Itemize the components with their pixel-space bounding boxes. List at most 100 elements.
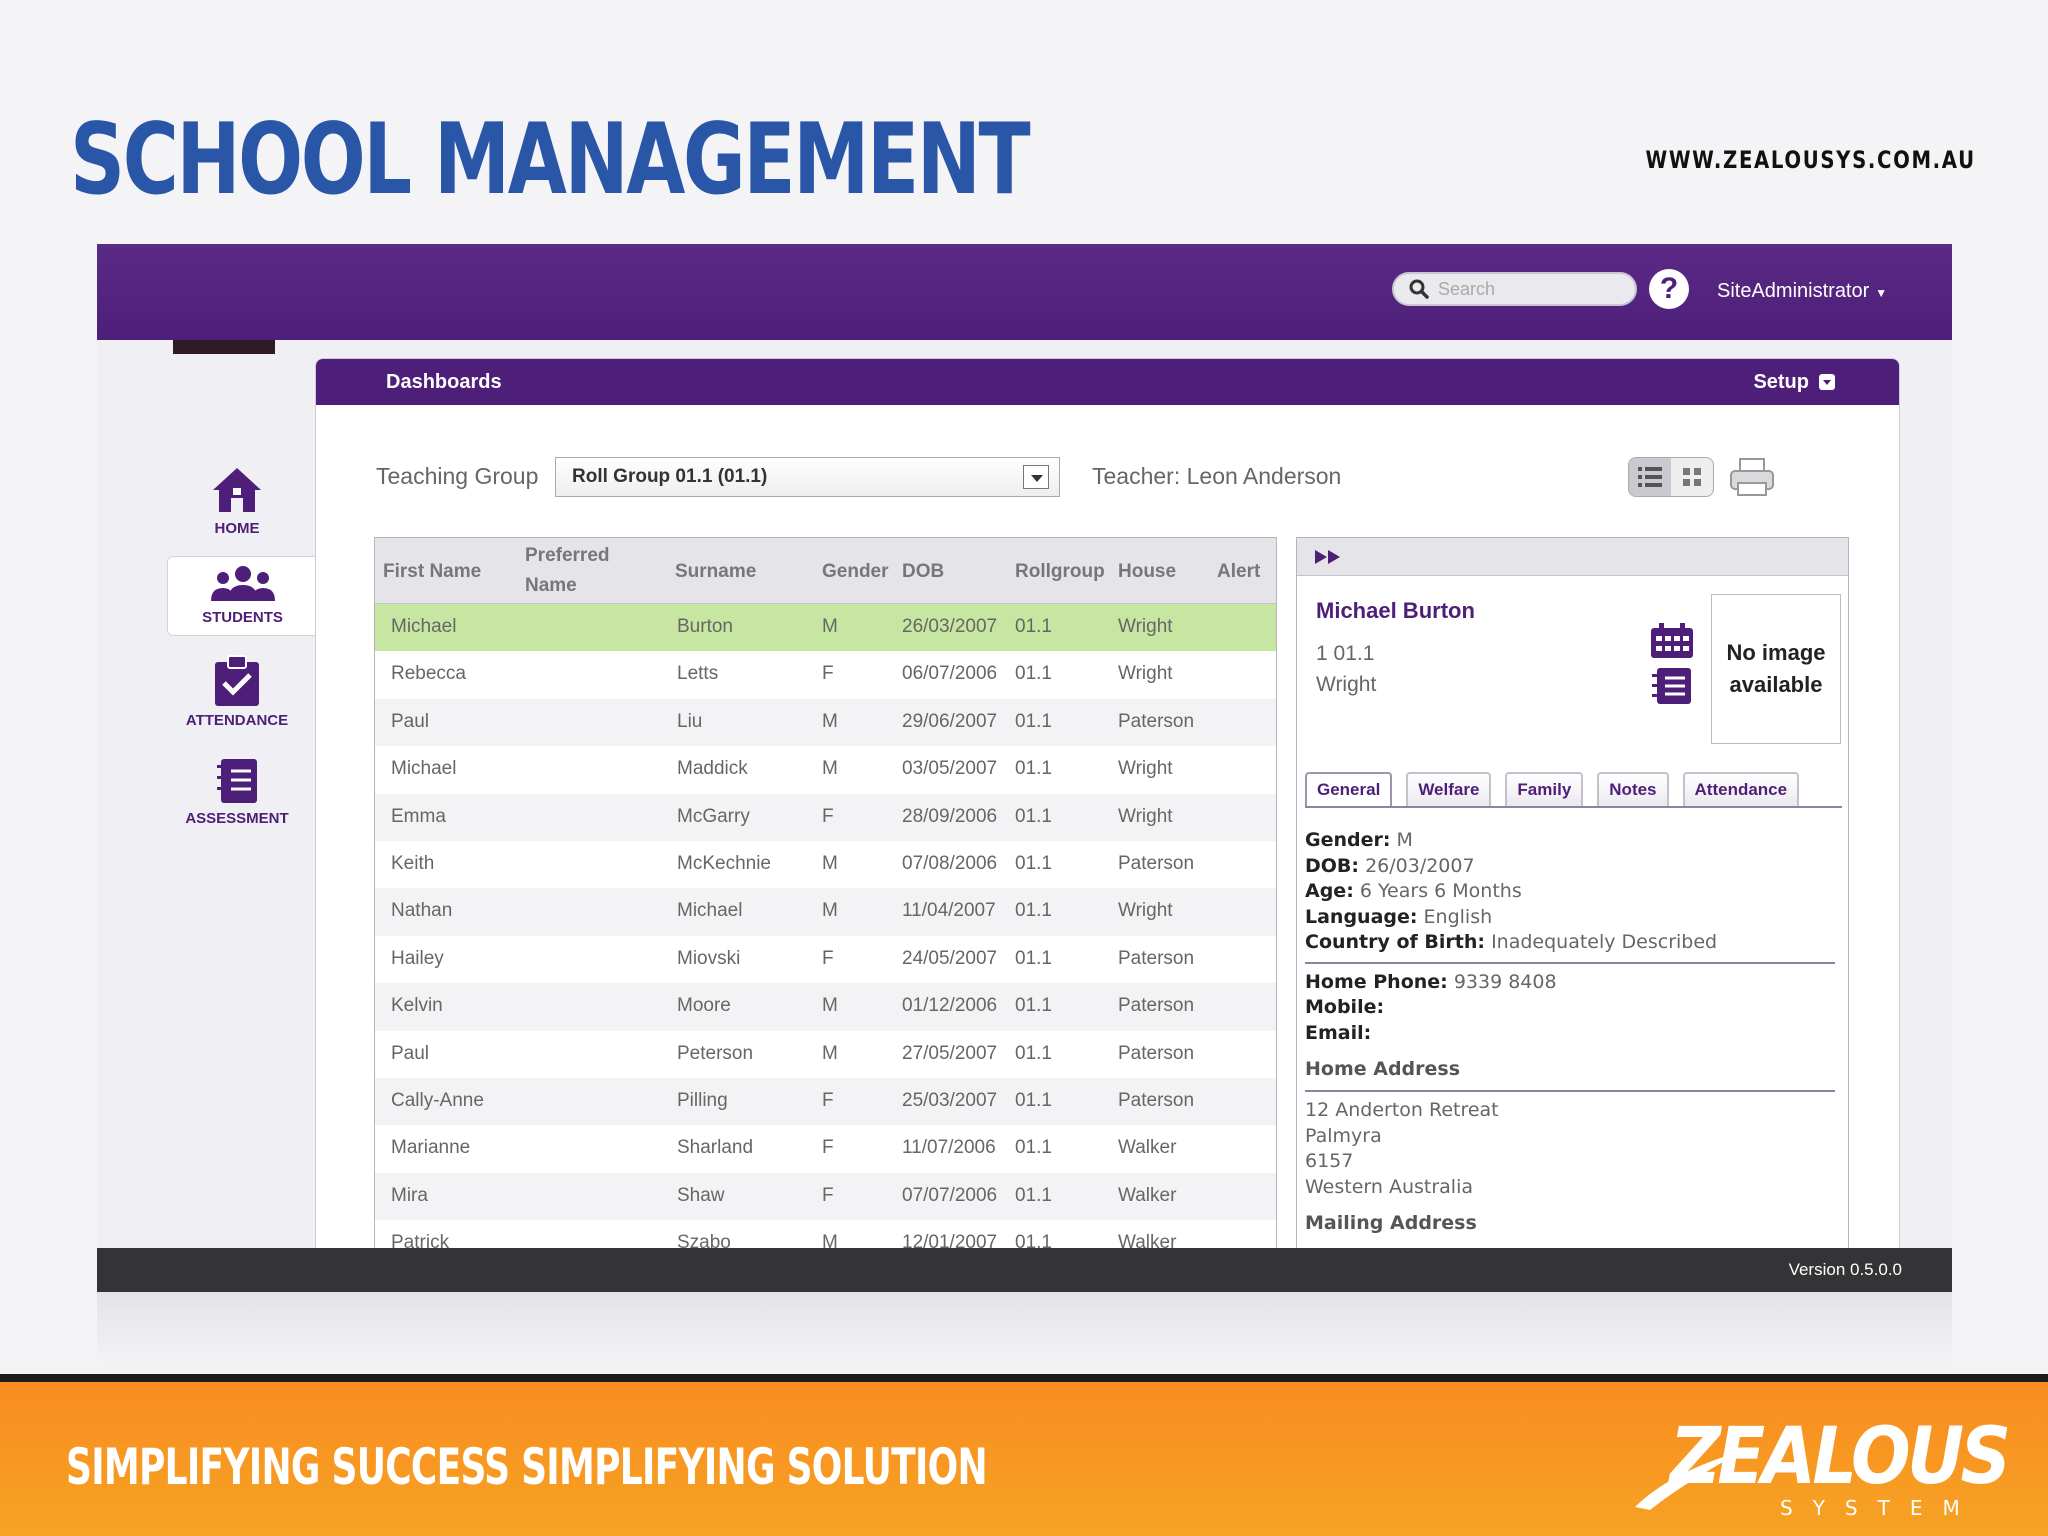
app-topbar: ? SiteAdministrator ▼ [97, 244, 1952, 340]
table-row[interactable]: Keith McKechnie M 07/08/2006 01.1 Paterson [375, 841, 1276, 888]
age-field: Age: 6 Years 6 Months [1305, 879, 1835, 905]
field-label: Home Phone: [1305, 970, 1448, 993]
col-surname[interactable]: Surname [675, 556, 756, 587]
table-cell: McKechnie [677, 852, 771, 874]
no-image-line-1: No image [1726, 640, 1826, 665]
teaching-group-value: Roll Group 01.1 (01.1) [572, 466, 768, 487]
table-cell: Michael [391, 616, 457, 637]
tab-notes[interactable]: Notes [1597, 772, 1669, 806]
grid-view-icon[interactable] [1671, 458, 1713, 496]
table-cell: 01.1 [1015, 616, 1052, 637]
table-row[interactable]: Michael Burton M 26/03/2007 01.1 Wright [375, 604, 1276, 652]
help-button[interactable]: ? [1649, 269, 1689, 309]
table-row[interactable]: Kelvin Moore M 01/12/2006 01.1 Paterson [375, 983, 1276, 1031]
dropdown-arrow-icon[interactable] [1023, 465, 1049, 489]
table-row[interactable]: Cally-Anne Pilling F 25/03/2007 01.1 Paterson [375, 1077, 1276, 1126]
table-cell: Pilling [677, 1089, 728, 1111]
table-cell: Liu [677, 710, 703, 732]
col-first-name[interactable]: First Name [383, 556, 481, 587]
table-row[interactable]: Mira Shaw F 07/07/2006 01.1 Walker [375, 1172, 1276, 1221]
tab-general[interactable]: General [1305, 772, 1393, 806]
table-row[interactable]: Rebecca Letts F 06/07/2006 01.1 Wright [375, 651, 1276, 698]
table-row[interactable]: Paul Peterson M 27/05/2007 01.1 Paterson [375, 1031, 1276, 1078]
table-cell: Paterson [1118, 947, 1195, 969]
table-row[interactable]: Marianne Sharland F 11/07/2006 01.1 Walker [375, 1125, 1276, 1172]
field-label: Gender: [1305, 829, 1391, 851]
home-phone-field: Home Phone: 9339 8408 [1305, 970, 1835, 996]
table-row[interactable]: Nathan Michael M 11/04/2007 01.1 Wright [375, 888, 1276, 936]
view-toggle[interactable] [1628, 457, 1714, 497]
table-cell: 11/07/2006 [902, 1137, 996, 1159]
chevron-down-icon [1819, 374, 1835, 390]
table-cell: Wright [1118, 805, 1173, 827]
table-cell: 07/08/2006 [902, 852, 998, 874]
detail-toolbar [1297, 538, 1848, 576]
search-box[interactable] [1392, 272, 1637, 306]
table-row[interactable]: Michael Maddick M 03/05/2007 01.1 Wright [375, 746, 1276, 793]
tab-family[interactable]: Family [1505, 772, 1584, 806]
search-input[interactable] [1438, 278, 1628, 300]
field-value: 9339 8408 [1453, 970, 1557, 993]
record-book-icon[interactable] [1649, 666, 1695, 706]
nav-home[interactable]: HOME [167, 464, 307, 537]
table-cell: M [822, 995, 838, 1017]
home-address-heading: Home Address [1305, 1058, 1461, 1080]
nav-students-label: STUDENTS [202, 609, 283, 626]
field-label: Email: [1305, 1021, 1372, 1044]
table-cell: 01.1 [1015, 900, 1052, 922]
table-cell: F [822, 1137, 834, 1159]
nav-assessment[interactable]: ASSESSMENT [167, 756, 307, 827]
logo-subtitle: SYSTEM [1780, 1496, 1980, 1520]
general-info: Gender: M DOB: 26/03/2007 Age: 6 Years 6… [1305, 828, 1835, 1238]
table-cell: 01.1 [1015, 1137, 1052, 1159]
setup-button[interactable]: Setup [1753, 371, 1835, 394]
table-cell: F [822, 663, 834, 685]
table-cell: Michael [677, 900, 743, 922]
tab-welfare[interactable]: Welfare [1406, 772, 1492, 806]
nav-attendance[interactable]: ATTENDANCE [167, 654, 307, 729]
col-preferred-name-2[interactable]: Name [525, 570, 577, 601]
table-cell: F [822, 1184, 834, 1206]
table-cell: 07/07/2006 [902, 1184, 998, 1206]
student-rollgroup: 1 01.1 [1316, 642, 1375, 665]
fast-forward-icon[interactable] [1313, 548, 1345, 566]
field-value: M [1396, 829, 1413, 851]
nav-attendance-label: ATTENDANCE [185, 712, 289, 729]
student-detail-panel: Michael Burton 1 01.1 Wright No image av… [1296, 537, 1849, 1291]
table-cell: Sharland [677, 1137, 754, 1159]
table-cell: 28/09/2006 [902, 805, 998, 827]
tab-attendance[interactable]: Attendance [1682, 772, 1800, 806]
col-dob[interactable]: DOB [902, 556, 944, 587]
detail-tabs: General Welfare Family Notes Attendance [1305, 772, 1842, 808]
home-icon [213, 468, 261, 512]
print-icon[interactable] [1729, 457, 1775, 497]
col-preferred-name-1[interactable]: Preferred [525, 540, 610, 571]
panel-title: Dashboards [386, 370, 502, 393]
teaching-group-select[interactable]: Roll Group 01.1 (01.1) [555, 457, 1060, 497]
panel-header: Dashboards Setup [316, 359, 1899, 405]
table-row[interactable]: Paul Liu M 29/06/2007 01.1 Paterson [375, 698, 1276, 747]
table-cell: Peterson [677, 1042, 754, 1064]
country-of-birth-field: Country of Birth: Inadequately Described [1305, 930, 1835, 956]
table-cell: Moore [677, 995, 731, 1017]
student-photo-placeholder: No image available [1711, 594, 1841, 744]
user-menu[interactable]: SiteAdministrator ▼ [1717, 280, 1887, 303]
nav-students[interactable]: STUDENTS [167, 556, 317, 636]
list-view-icon[interactable] [1629, 458, 1671, 496]
table-cell: Keith [391, 852, 435, 874]
table-row[interactable]: Hailey Miovski F 24/05/2007 01.1 Paterson [375, 936, 1276, 983]
table-cell: Michael [391, 758, 457, 780]
col-rollgroup[interactable]: Rollgroup [1015, 556, 1105, 587]
table-cell: Marianne [391, 1137, 471, 1159]
col-alert[interactable]: Alert [1217, 556, 1260, 587]
col-house[interactable]: House [1118, 556, 1176, 587]
table-cell: 11/04/2007 [902, 900, 996, 922]
table-row[interactable]: Emma McGarry F 28/09/2006 01.1 Wright [375, 793, 1276, 841]
table-cell: M [822, 616, 838, 637]
calendar-icon[interactable] [1649, 622, 1695, 660]
version-label: Version 0.5.0.0 [1788, 1260, 1902, 1279]
table-cell: Walker [1118, 1184, 1177, 1206]
student-summary: 1 01.1 Wright [1316, 638, 1376, 700]
notebook-icon [217, 759, 257, 803]
col-gender[interactable]: Gender [822, 556, 889, 587]
